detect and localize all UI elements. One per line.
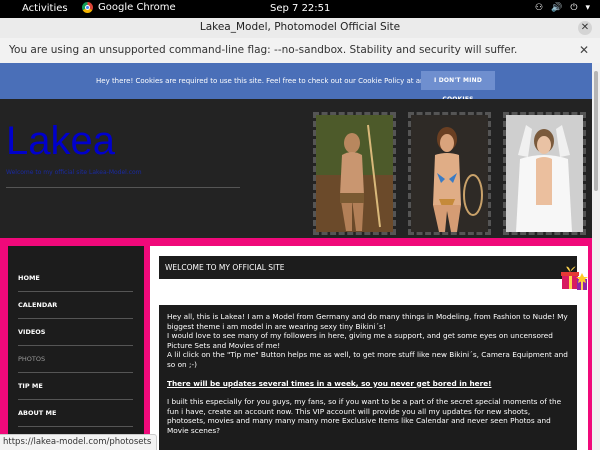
site-header: Lakea Welcome to my official site Lakea-…	[0, 99, 592, 238]
scrollbar-thumb[interactable]	[594, 71, 598, 191]
chrome-icon	[82, 2, 93, 13]
nav-item-home[interactable]: HOME	[18, 266, 133, 292]
activities-button[interactable]: Activities	[22, 3, 68, 14]
page-scrollbar[interactable]	[592, 63, 600, 450]
site-tagline: Welcome to my official site Lakea-Model.…	[6, 169, 142, 176]
status-url-bubble: https://lakea-model.com/photosets	[0, 434, 158, 450]
nav-item-about-me[interactable]: ABOUT ME	[18, 401, 133, 427]
page-viewport: Hey there! Cookies are required to use t…	[0, 63, 592, 450]
nav-item-photos[interactable]: PHOTOS	[18, 347, 133, 373]
cookie-banner: Hey there! Cookies are required to use t…	[0, 63, 592, 103]
header-divider	[6, 187, 240, 188]
system-top-bar: Activities Google Chrome Sep 7 22:51 ⚇ 🔊…	[0, 0, 600, 18]
updates-note: There will be updates several times in a…	[167, 378, 492, 388]
chevron-down-icon: ▾	[585, 3, 590, 13]
header-photo-3	[503, 112, 586, 235]
nav-item-tip-me[interactable]: TIP ME	[18, 374, 133, 400]
nav-item-videos[interactable]: VIDEOS	[18, 320, 133, 346]
vip-paragraph: I built this especially for you guys, my…	[167, 397, 562, 435]
window-title: Lakea_Model, Photomodel Official Site	[199, 21, 401, 33]
main-panel: WELCOME TO MY OFFICIAL SITE Hey all, thi…	[150, 246, 588, 450]
intro-line-1: Hey all, this is Lakea! I am a Model fro…	[167, 312, 568, 331]
header-photo-2	[408, 112, 491, 235]
intro-text-box: Hey all, this is Lakea! I am a Model fro…	[159, 305, 577, 450]
app-menu[interactable]: Google Chrome	[82, 2, 176, 13]
sidebar-nav: HOME CALENDAR VIDEOS PHOTOS TIP ME ABOUT…	[8, 246, 144, 450]
window-title-bar: Lakea_Model, Photomodel Official Site ✕	[0, 18, 600, 39]
warning-infobar: You are using an unsupported command-lin…	[0, 38, 600, 64]
window-close-button[interactable]: ✕	[578, 21, 592, 35]
site-logo[interactable]: Lakea	[6, 119, 115, 164]
system-tray[interactable]: ⚇ 🔊 ⏻ ▾	[535, 3, 590, 13]
intro-paragraph-1: Hey all, this is Lakea! I am a Model fro…	[167, 312, 569, 370]
power-icon: ⏻	[570, 3, 578, 13]
nav-item-calendar[interactable]: CALENDAR	[18, 293, 133, 319]
intro-line-2: I would love to see many of my followers…	[167, 331, 553, 350]
welcome-heading: WELCOME TO MY OFFICIAL SITE	[159, 256, 577, 279]
intro-line-3: A lil click on the "Tip me" Button helps…	[167, 350, 568, 369]
cookie-text: Hey there! Cookies are required to use t…	[96, 77, 449, 85]
infobar-close-button[interactable]: ✕	[579, 43, 589, 57]
header-photo-1	[313, 112, 396, 235]
content-area: HOME CALENDAR VIDEOS PHOTOS TIP ME ABOUT…	[0, 238, 592, 450]
infobar-message: You are using an unsupported command-lin…	[9, 44, 518, 56]
volume-icon: 🔊	[551, 3, 563, 13]
app-name: Google Chrome	[98, 2, 176, 13]
network-icon: ⚇	[535, 3, 544, 13]
accept-cookies-button[interactable]: I DON'T MIND COOKIES	[421, 71, 495, 103]
tip-me-gift-icon[interactable]	[560, 265, 590, 293]
clock[interactable]: Sep 7 22:51	[270, 3, 330, 14]
